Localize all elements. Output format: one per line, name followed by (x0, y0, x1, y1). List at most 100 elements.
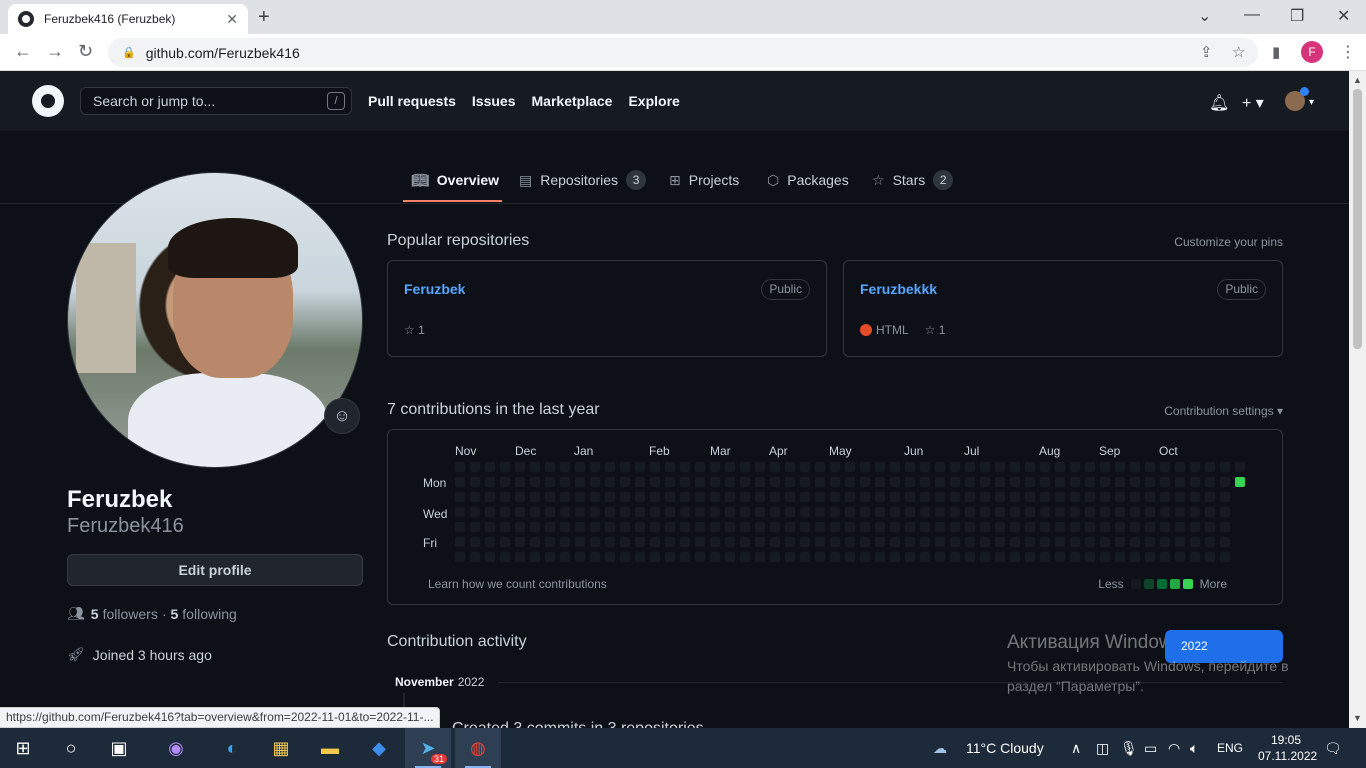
contribution-day-cell[interactable] (904, 461, 916, 473)
contribution-day-cell[interactable] (1069, 491, 1081, 503)
contribution-day-cell[interactable] (1204, 521, 1216, 533)
contribution-day-cell[interactable] (979, 551, 991, 563)
contribution-day-cell[interactable] (964, 461, 976, 473)
contribution-day-cell[interactable] (559, 551, 571, 563)
contribution-day-cell[interactable] (469, 536, 481, 548)
contribution-day-cell[interactable] (784, 551, 796, 563)
customize-pins-link[interactable]: Customize your pins (1174, 235, 1283, 249)
contribution-day-cell[interactable] (964, 521, 976, 533)
contribution-day-cell[interactable] (964, 491, 976, 503)
contribution-day-cell[interactable] (604, 536, 616, 548)
contribution-day-cell[interactable] (859, 491, 871, 503)
contribution-day-cell[interactable] (649, 491, 661, 503)
contribution-day-cell[interactable] (1114, 521, 1126, 533)
contribution-day-cell[interactable] (1159, 536, 1171, 548)
contribution-day-cell[interactable] (1054, 521, 1066, 533)
contribution-day-cell[interactable] (679, 491, 691, 503)
contribution-day-cell[interactable] (529, 506, 541, 518)
contribution-day-cell[interactable] (679, 536, 691, 548)
contribution-day-cell[interactable] (934, 461, 946, 473)
contribution-day-cell[interactable] (1024, 551, 1036, 563)
contribution-day-cell[interactable] (1234, 476, 1246, 488)
contribution-day-cell[interactable] (889, 506, 901, 518)
contribution-day-cell[interactable] (874, 536, 886, 548)
contribution-day-cell[interactable] (919, 506, 931, 518)
contribution-day-cell[interactable] (679, 506, 691, 518)
contribution-day-cell[interactable] (649, 521, 661, 533)
vscode-icon[interactable]: ◆ (356, 728, 402, 768)
contribution-day-cell[interactable] (979, 461, 991, 473)
contribution-day-cell[interactable] (964, 551, 976, 563)
contribution-day-cell[interactable] (1099, 536, 1111, 548)
contribution-day-cell[interactable] (544, 491, 556, 503)
contribution-day-cell[interactable] (1234, 461, 1246, 473)
contribution-day-cell[interactable] (544, 506, 556, 518)
contribution-day-cell[interactable] (664, 476, 676, 488)
contribution-day-cell[interactable] (589, 521, 601, 533)
contribution-day-cell[interactable] (814, 506, 826, 518)
contribution-day-cell[interactable] (1204, 491, 1216, 503)
contribution-day-cell[interactable] (649, 506, 661, 518)
contribution-day-cell[interactable] (739, 491, 751, 503)
contribution-day-cell[interactable] (544, 461, 556, 473)
contribution-day-cell[interactable] (1084, 551, 1096, 563)
contribution-day-cell[interactable] (769, 461, 781, 473)
restore-button[interactable]: ❐ (1290, 6, 1304, 26)
address-bar[interactable]: 🔒 github.com/Feruzbek416 (108, 38, 1258, 67)
browser-tab[interactable]: Feruzbek416 (Feruzbek) ✕ (8, 4, 248, 34)
contribution-day-cell[interactable] (1024, 521, 1036, 533)
contribution-day-cell[interactable] (769, 491, 781, 503)
contribution-day-cell[interactable] (994, 461, 1006, 473)
wifi-icon[interactable]: ◠ (1168, 740, 1180, 757)
avatar-caret-icon[interactable]: ▾ (1309, 97, 1314, 108)
search-icon[interactable]: ○ (48, 728, 94, 768)
contribution-day-cell[interactable] (1129, 461, 1141, 473)
contribution-day-cell[interactable] (589, 476, 601, 488)
contribution-day-cell[interactable] (1114, 461, 1126, 473)
contribution-day-cell[interactable] (469, 476, 481, 488)
contribution-day-cell[interactable] (1219, 536, 1231, 548)
contribution-day-cell[interactable] (499, 491, 511, 503)
contribution-day-cell[interactable] (1009, 461, 1021, 473)
microsoft-store-icon[interactable]: ▦ (258, 728, 304, 768)
contribution-day-cell[interactable] (649, 476, 661, 488)
contribution-day-cell[interactable] (574, 491, 586, 503)
contribution-day-cell[interactable] (829, 491, 841, 503)
contribution-day-cell[interactable] (604, 461, 616, 473)
contribution-day-cell[interactable] (469, 491, 481, 503)
contribution-day-cell[interactable] (724, 521, 736, 533)
contribution-day-cell[interactable] (619, 506, 631, 518)
contribution-day-cell[interactable] (1174, 551, 1186, 563)
contribution-day-cell[interactable] (1024, 491, 1036, 503)
contribution-day-cell[interactable] (919, 551, 931, 563)
contribution-day-cell[interactable] (1054, 461, 1066, 473)
contribution-day-cell[interactable] (919, 521, 931, 533)
contribution-day-cell[interactable] (574, 536, 586, 548)
contribution-day-cell[interactable] (559, 476, 571, 488)
nav-explore[interactable]: Explore (628, 93, 679, 109)
contribution-day-cell[interactable] (814, 461, 826, 473)
contribution-day-cell[interactable] (799, 476, 811, 488)
contribution-day-cell[interactable] (1144, 536, 1156, 548)
contribution-day-cell[interactable] (1204, 461, 1216, 473)
contribution-day-cell[interactable] (844, 536, 856, 548)
contribution-day-cell[interactable] (994, 551, 1006, 563)
contribution-day-cell[interactable] (529, 491, 541, 503)
contribution-day-cell[interactable] (529, 521, 541, 533)
contribution-day-cell[interactable] (1159, 506, 1171, 518)
contribution-day-cell[interactable] (979, 491, 991, 503)
contribution-day-cell[interactable] (619, 536, 631, 548)
contribution-day-cell[interactable] (994, 536, 1006, 548)
contribution-day-cell[interactable] (754, 491, 766, 503)
contribution-day-cell[interactable] (574, 506, 586, 518)
contribution-day-cell[interactable] (454, 551, 466, 563)
tab-search-icon[interactable]: ⌄ (1198, 6, 1211, 26)
contribution-day-cell[interactable] (799, 521, 811, 533)
contribution-day-cell[interactable] (1084, 461, 1096, 473)
contribution-day-cell[interactable] (1219, 461, 1231, 473)
contribution-day-cell[interactable] (589, 461, 601, 473)
contribution-day-cell[interactable] (784, 506, 796, 518)
contribution-day-cell[interactable] (1024, 461, 1036, 473)
contribution-day-cell[interactable] (784, 536, 796, 548)
contribution-day-cell[interactable] (664, 536, 676, 548)
